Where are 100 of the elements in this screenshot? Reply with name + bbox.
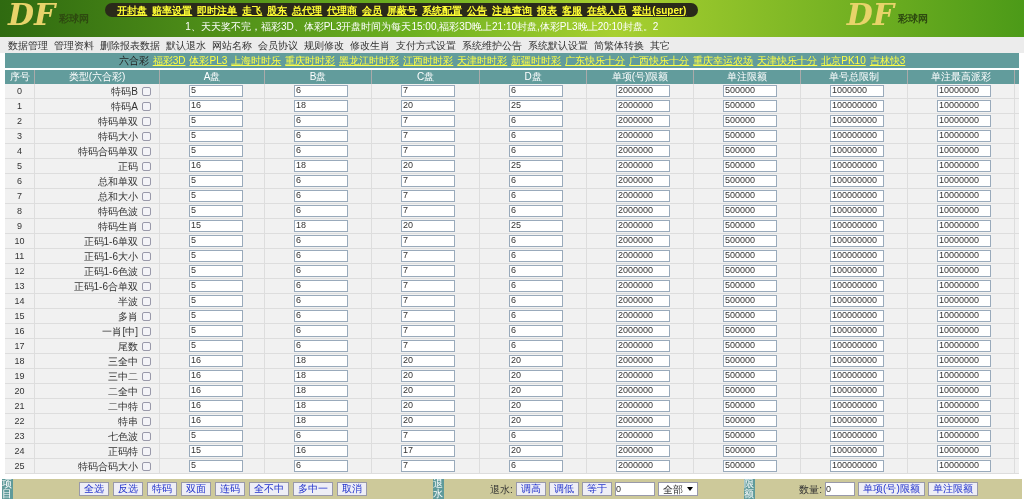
action-button[interactable]: 全不中 — [249, 482, 289, 496]
value-field[interactable]: 6 — [509, 460, 563, 472]
value-field[interactable]: 100000000 — [830, 115, 884, 127]
value-field[interactable]: 15 — [189, 445, 243, 457]
value-field[interactable]: 6 — [294, 310, 348, 322]
value-field[interactable]: 2000000 — [616, 160, 670, 172]
value-field[interactable]: 2000000 — [616, 355, 670, 367]
value-field[interactable]: 100000000 — [830, 235, 884, 247]
action-button[interactable]: 调高 — [515, 482, 546, 496]
value-field[interactable]: 2000000 — [616, 205, 670, 217]
value-field[interactable]: 6 — [509, 145, 563, 157]
value-field[interactable]: 7 — [401, 340, 455, 352]
value-field[interactable]: 100000000 — [830, 340, 884, 352]
value-field[interactable]: 6 — [294, 175, 348, 187]
value-field[interactable]: 18 — [294, 160, 348, 172]
action-button[interactable]: 双面 — [181, 482, 211, 496]
value-field[interactable]: 500000 — [723, 205, 777, 217]
action-button[interactable]: 全选 — [79, 482, 109, 496]
value-field[interactable]: 7 — [401, 325, 455, 337]
menu-link[interactable]: 注单查询 — [492, 2, 533, 18]
value-field[interactable]: 18 — [294, 370, 348, 382]
value-field[interactable]: 500000 — [723, 280, 777, 292]
value-field[interactable]: 20 — [401, 220, 455, 232]
value-field[interactable]: 500000 — [723, 115, 777, 127]
value-field[interactable]: 16 — [189, 370, 243, 382]
value-field[interactable]: 500000 — [723, 400, 777, 412]
value-field[interactable]: 10000000 — [937, 145, 991, 157]
value-field[interactable]: 10000000 — [937, 235, 991, 247]
value-field[interactable]: 6 — [294, 265, 348, 277]
value-field[interactable]: 10000000 — [937, 205, 991, 217]
value-field[interactable]: 20 — [401, 100, 455, 112]
value-field[interactable]: 6 — [509, 250, 563, 262]
action-button[interactable]: 多中一 — [293, 482, 333, 496]
menu-link[interactable]: 股东 — [267, 2, 288, 18]
action-button[interactable]: 单注限额 — [927, 482, 978, 496]
value-field[interactable]: 10000000 — [937, 295, 991, 307]
value-field[interactable]: 10000000 — [937, 250, 991, 262]
value-field[interactable]: 500000 — [723, 175, 777, 187]
toolbar-link[interactable]: 系统默认设置 — [528, 37, 588, 53]
value-field[interactable]: 5 — [189, 340, 243, 352]
value-field[interactable]: 6 — [294, 460, 348, 472]
value-field[interactable]: 500000 — [723, 445, 777, 457]
value-field[interactable]: 10000000 — [937, 445, 991, 457]
value-field[interactable]: 2000000 — [616, 220, 670, 232]
value-field[interactable]: 6 — [294, 430, 348, 442]
value-field[interactable]: 6 — [509, 175, 563, 187]
value-field[interactable]: 500000 — [723, 370, 777, 382]
row-checkbox[interactable] — [142, 461, 151, 471]
row-checkbox[interactable] — [142, 446, 151, 456]
quantity-field[interactable]: 0 — [825, 482, 856, 496]
value-field[interactable]: 5 — [189, 145, 243, 157]
value-field[interactable]: 1000000 — [830, 85, 884, 97]
value-field[interactable]: 2000000 — [616, 460, 670, 472]
value-field[interactable]: 6 — [294, 295, 348, 307]
value-field[interactable]: 16 — [189, 100, 243, 112]
menu-link[interactable]: 登出(super) — [632, 2, 687, 18]
value-field[interactable]: 5 — [189, 430, 243, 442]
value-field[interactable]: 7 — [401, 145, 455, 157]
menu-link[interactable]: 报表 — [537, 2, 558, 18]
value-field[interactable]: 20 — [509, 445, 563, 457]
value-field[interactable]: 2000000 — [616, 325, 670, 337]
value-field[interactable]: 100000000 — [830, 175, 884, 187]
value-field[interactable]: 5 — [189, 295, 243, 307]
value-field[interactable]: 2000000 — [616, 250, 670, 262]
value-field[interactable]: 5 — [189, 250, 243, 262]
value-field[interactable]: 6 — [509, 295, 563, 307]
value-field[interactable]: 10000000 — [937, 115, 991, 127]
value-field[interactable]: 500000 — [723, 85, 777, 97]
action-button[interactable]: 单项(号)限额 — [858, 482, 925, 496]
value-field[interactable]: 20 — [509, 385, 563, 397]
value-field[interactable]: 100000000 — [830, 325, 884, 337]
value-field[interactable]: 16 — [189, 415, 243, 427]
toolbar-link[interactable]: 管理资料 — [54, 37, 94, 53]
value-field[interactable]: 100000000 — [830, 130, 884, 142]
value-field[interactable]: 10000000 — [937, 160, 991, 172]
row-checkbox[interactable] — [142, 416, 151, 426]
menu-link[interactable]: 赔率设置 — [152, 2, 193, 18]
value-field[interactable]: 6 — [509, 430, 563, 442]
value-field[interactable]: 6 — [294, 340, 348, 352]
value-field[interactable]: 500000 — [723, 355, 777, 367]
value-field[interactable]: 5 — [189, 85, 243, 97]
value-field[interactable]: 7 — [401, 175, 455, 187]
value-field[interactable]: 500000 — [723, 190, 777, 202]
value-field[interactable]: 6 — [294, 250, 348, 262]
value-field[interactable]: 6 — [509, 190, 563, 202]
row-checkbox[interactable] — [142, 86, 151, 96]
value-field[interactable]: 2000000 — [616, 430, 670, 442]
value-field[interactable]: 500000 — [723, 340, 777, 352]
value-field[interactable]: 7 — [401, 280, 455, 292]
row-checkbox[interactable] — [142, 401, 151, 411]
toolbar-link[interactable]: 简繁体转换 — [594, 37, 644, 53]
menu-link[interactable]: 开封盘 — [117, 2, 148, 18]
value-field[interactable]: 7 — [401, 310, 455, 322]
value-field[interactable]: 7 — [401, 85, 455, 97]
value-field[interactable]: 500000 — [723, 460, 777, 472]
value-field[interactable]: 6 — [294, 115, 348, 127]
value-field[interactable]: 20 — [509, 415, 563, 427]
value-field[interactable]: 10000000 — [937, 325, 991, 337]
value-field[interactable]: 2000000 — [616, 310, 670, 322]
value-field[interactable]: 100000000 — [830, 370, 884, 382]
